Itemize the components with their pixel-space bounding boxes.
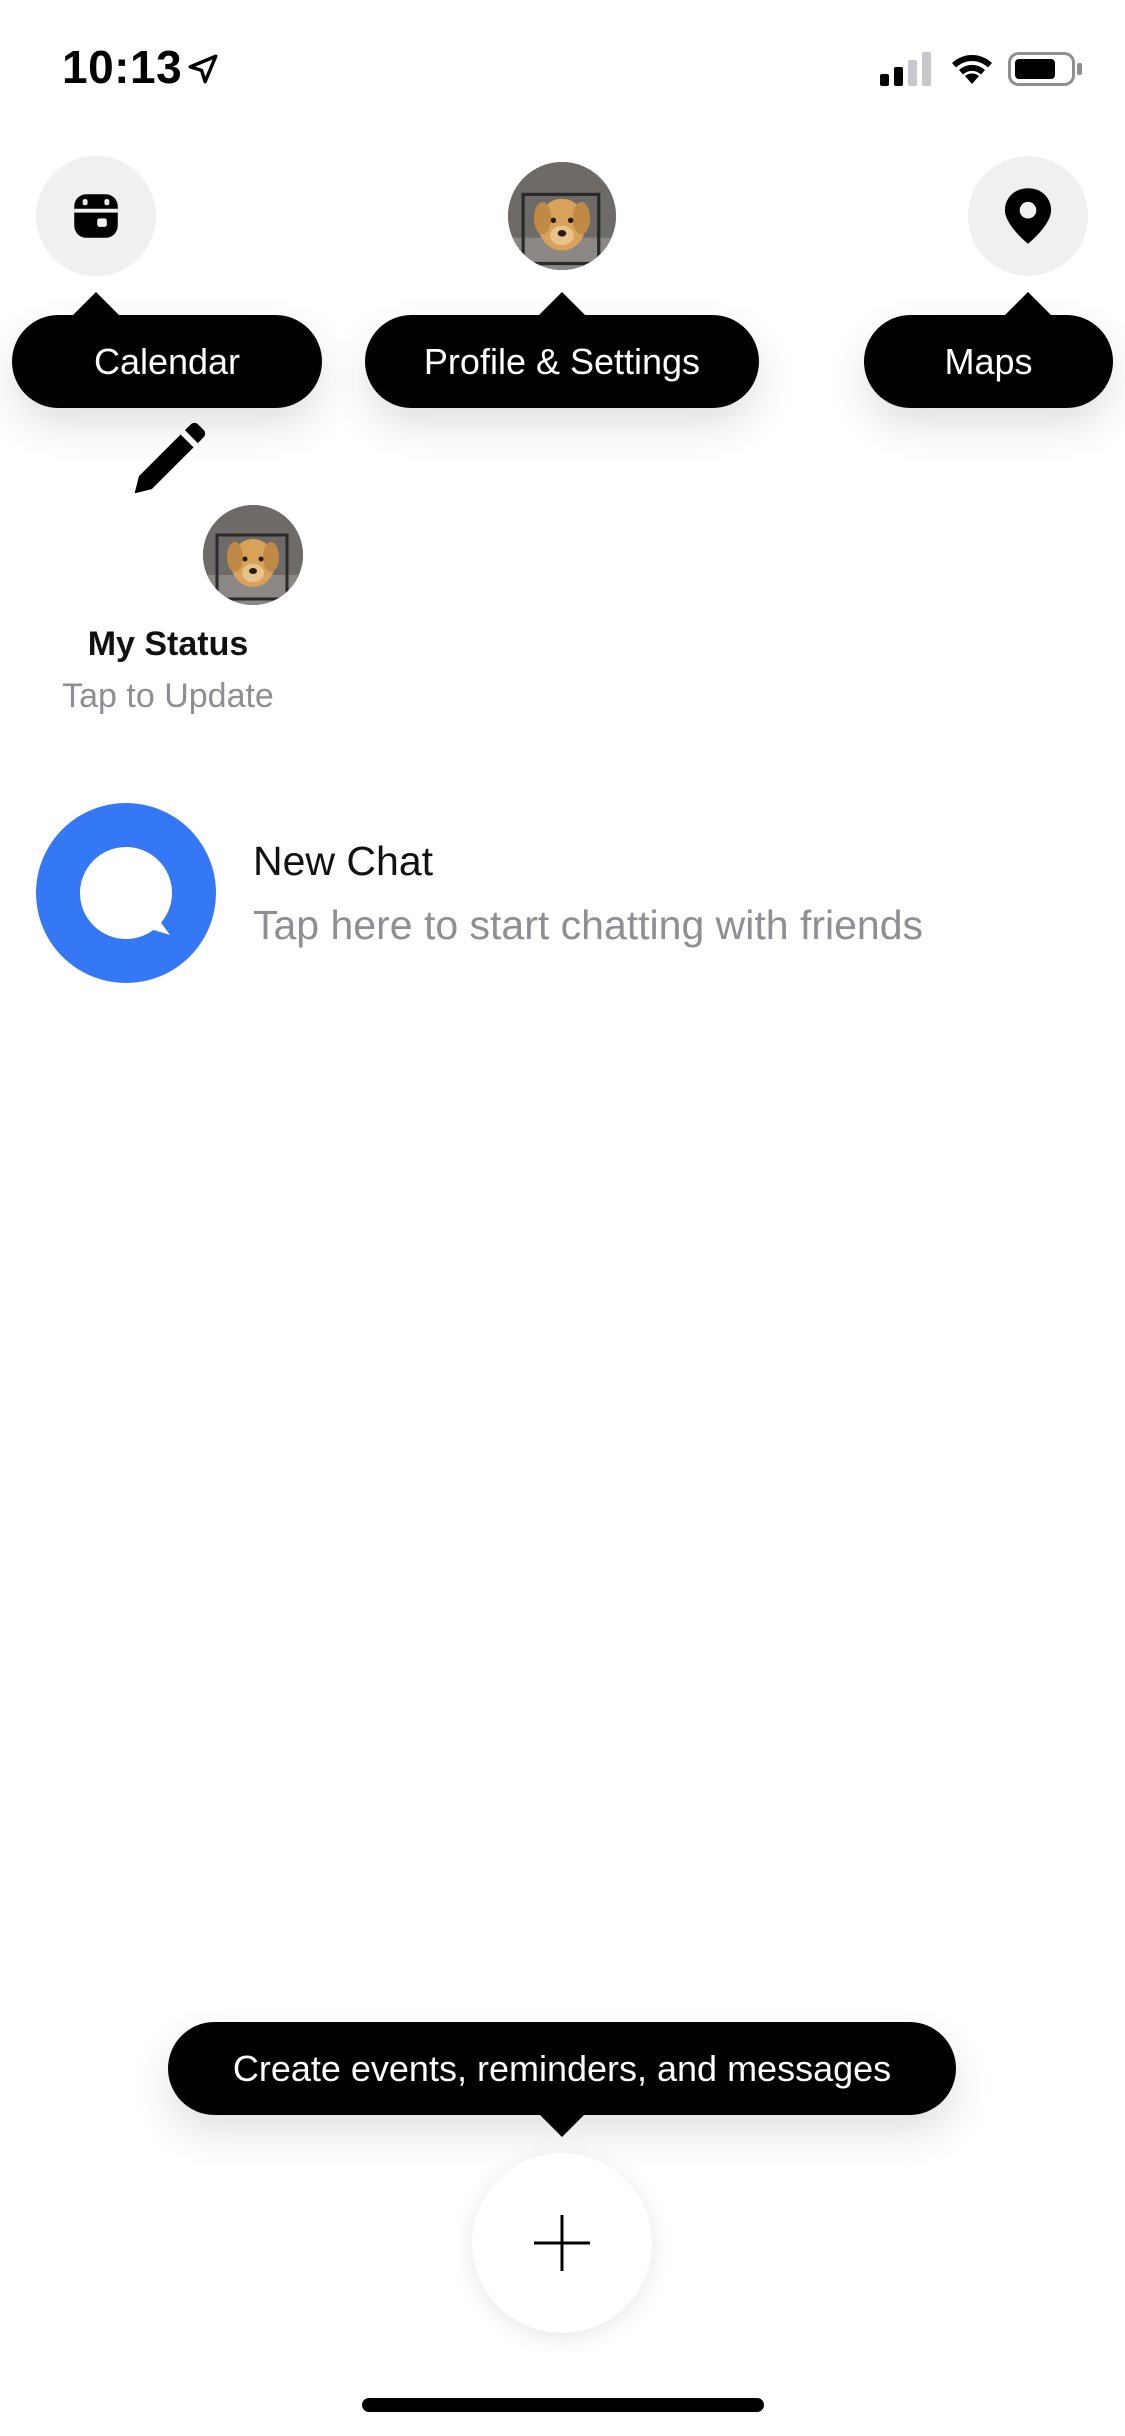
my-status-title: My Status [87,625,249,663]
profile-tooltip-arrow [538,292,586,316]
calendar-tooltip-label: Calendar [93,340,241,382]
my-status-avatar [198,500,308,610]
home-indicator[interactable] [362,2398,764,2412]
calendar-tooltip: Calendar [12,315,322,408]
create-button[interactable] [472,2153,652,2333]
wifi-icon [952,55,992,84]
create-tooltip: Create events, reminders, and messages [168,2022,956,2115]
calendar-button[interactable] [36,156,156,276]
chat-bubble-icon [36,803,216,983]
maps-button[interactable] [968,156,1088,276]
maps-tooltip: Maps [864,315,1113,408]
new-chat-title: New Chat [253,838,434,884]
profile-avatar[interactable] [508,162,616,270]
maps-tooltip-label: Maps [944,340,1033,382]
create-tooltip-arrow [538,2113,586,2137]
map-pin-icon [1004,188,1052,244]
dog-photo-avatar [508,162,616,270]
maps-tooltip-arrow [1004,292,1052,316]
dog-photo-avatar [203,505,303,605]
plus-icon [534,2215,590,2271]
battery-icon [1008,52,1082,86]
cellular-signal-icon [880,52,931,86]
status-bar-time: 10:13 [62,41,183,93]
profile-tooltip: Profile & Settings [365,315,759,408]
location-arrow-icon [188,54,218,84]
calendar-icon [74,194,118,238]
pencil-icon [134,422,206,494]
my-status-subtitle: Tap to Update [62,677,274,715]
calendar-tooltip-arrow [72,292,120,316]
new-chat-subtitle: Tap here to start chatting with friends [253,902,924,948]
profile-tooltip-label: Profile & Settings [423,340,701,382]
create-tooltip-label: Create events, reminders, and messages [232,2047,892,2089]
